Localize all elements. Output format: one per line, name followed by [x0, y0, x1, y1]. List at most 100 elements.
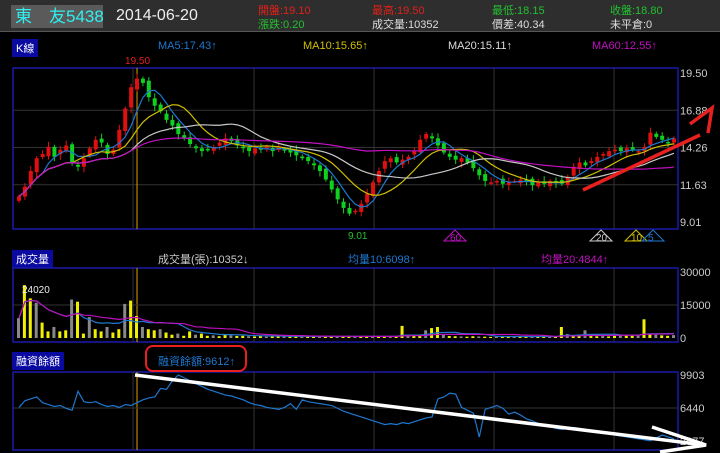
candle-body — [241, 146, 246, 149]
ma60-line — [18, 137, 675, 198]
candle-body — [430, 136, 435, 139]
candle-body — [329, 180, 334, 190]
volume-bar — [117, 329, 121, 338]
candle-body — [247, 147, 252, 152]
volume-bar — [235, 336, 239, 338]
candle-body — [489, 182, 494, 184]
candle-body — [347, 207, 352, 214]
candle-body — [536, 182, 541, 187]
volume-bar — [129, 300, 133, 338]
price-axis-label: 11.63 — [680, 180, 707, 192]
candle-body — [99, 138, 104, 143]
candle-body — [394, 157, 399, 163]
candle-body — [371, 182, 376, 197]
candle-body — [453, 155, 458, 160]
volume-bar — [601, 336, 605, 338]
volume-bar — [194, 334, 198, 338]
volume-axis-label: 0 — [680, 333, 686, 345]
candle-body — [34, 158, 39, 173]
volume-bar — [199, 333, 203, 338]
margin-axis-label: 9903 — [680, 370, 704, 382]
candle-body — [376, 171, 381, 183]
volume-bar — [241, 335, 245, 338]
ma-marker-label: 60 — [450, 233, 462, 244]
volume-bar — [81, 333, 85, 338]
candle-body — [365, 193, 370, 203]
ma-marker-label: 5 — [648, 233, 654, 244]
ma10-line — [18, 104, 675, 198]
volume-bar — [630, 335, 634, 338]
high-price-label: 19.50 — [125, 56, 150, 67]
volume-bar — [58, 331, 62, 338]
volume-bar — [607, 336, 611, 338]
volume-bar — [152, 330, 156, 338]
candle-body — [648, 132, 653, 145]
volume-bar — [182, 335, 186, 338]
candle-body — [441, 143, 446, 153]
candle-body — [17, 196, 21, 201]
candle-body — [666, 142, 671, 144]
candle-body — [506, 182, 511, 185]
candle-body — [636, 151, 641, 153]
candle-body — [199, 148, 204, 152]
volume-bar — [176, 333, 180, 338]
volume-bar — [34, 302, 38, 338]
margin-trend-arrow — [134, 373, 706, 447]
candle-body — [129, 87, 134, 108]
volume-bar — [70, 299, 74, 338]
volume-bar — [636, 335, 640, 338]
volume-bar — [205, 335, 209, 338]
candle-body — [424, 134, 429, 139]
candle-body — [660, 135, 665, 140]
volume-bar — [135, 316, 139, 338]
candle-body — [388, 158, 393, 163]
volume-bar — [447, 336, 451, 338]
candle-body — [477, 169, 482, 176]
candle-body — [52, 146, 57, 157]
volume-bar — [247, 336, 251, 338]
stock-chart[interactable]: 19.5016.8814.2611.639.0119.509.01 60 20 10 5… — [0, 0, 720, 453]
highlight-box — [145, 345, 247, 372]
candle-body — [612, 149, 617, 152]
candle-body — [341, 201, 346, 208]
volume-bar — [253, 336, 257, 338]
volume-avg20-line — [18, 299, 675, 338]
candle-body — [323, 168, 328, 180]
ma5-line — [18, 89, 675, 208]
volume-bar — [46, 331, 50, 338]
candle-body — [583, 162, 588, 166]
candle-body — [76, 164, 81, 167]
volume-bar — [164, 332, 168, 338]
volume-peak-label: 24020 — [22, 285, 50, 296]
volume-bar — [672, 335, 675, 338]
ma-marker-label: 20 — [596, 233, 608, 244]
candle-body — [353, 210, 358, 213]
candle-body — [359, 203, 364, 212]
candle-body — [146, 80, 151, 98]
candle-body — [607, 151, 612, 157]
volume-bar — [211, 335, 215, 338]
candle-body — [382, 161, 387, 169]
candle-body — [483, 174, 488, 181]
volume-bar — [217, 336, 221, 338]
volume-bar — [146, 329, 150, 338]
panel-frame — [12, 371, 679, 451]
candle-body — [217, 142, 222, 146]
volume-bar — [453, 336, 457, 338]
volume-bar — [441, 334, 445, 338]
volume-bar — [188, 331, 192, 338]
candle-body — [40, 153, 45, 158]
candle-body — [494, 180, 499, 183]
volume-bar — [288, 336, 292, 338]
volume-bar — [105, 327, 109, 338]
volume-bar — [17, 318, 20, 338]
candle-body — [194, 146, 199, 149]
candle-body — [312, 163, 317, 166]
volume-bar — [595, 336, 599, 338]
volume-bar — [99, 331, 103, 338]
candle-body — [170, 119, 175, 126]
volume-bar — [660, 335, 664, 338]
candle-body — [447, 153, 452, 157]
volume-bar — [264, 336, 268, 338]
volume-bar — [76, 301, 80, 338]
